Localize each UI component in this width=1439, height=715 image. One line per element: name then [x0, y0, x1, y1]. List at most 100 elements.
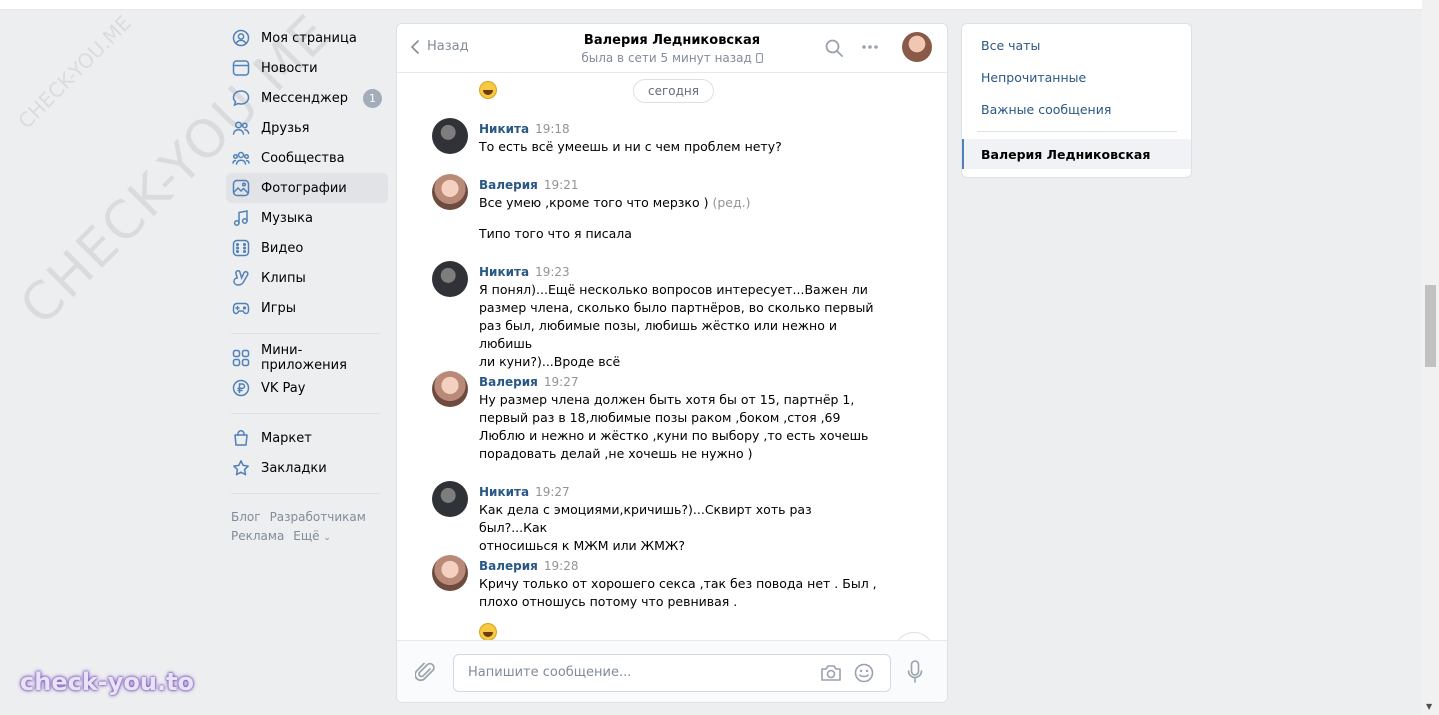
peer-status: была в сети 5 минут назад — [397, 51, 947, 65]
nav-item-label: Моя страница — [261, 30, 357, 46]
user-circle-icon — [232, 29, 250, 47]
message-time[interactable]: 19:23 — [535, 265, 570, 279]
nav-item-message[interactable]: Мессенджер 1 — [226, 83, 388, 113]
left-navigation: Моя страница Новости Мессенджер 1 Друзья Сооб… — [226, 23, 388, 548]
nav-item-market[interactable]: Маркет — [226, 423, 388, 453]
message-text-content: Все умею ,кроме того что мерзко ) — [479, 195, 709, 210]
message-text: Как дела с эмоциями,кричишь?)...Сквирт х… — [479, 502, 812, 553]
nav-item-apps[interactable]: Мини-приложения — [226, 343, 388, 373]
laughing-emoji-icon — [479, 623, 497, 640]
message-time[interactable]: 19:18 — [535, 122, 570, 136]
message-author[interactable]: Валерия — [479, 178, 538, 192]
message-time[interactable]: 19:21 — [544, 178, 579, 192]
nav-item-bookmark[interactable]: Закладки — [226, 453, 388, 483]
nav-item-label: VK Pay — [261, 380, 306, 396]
message-author[interactable]: Валерия — [479, 375, 538, 389]
message-input-box[interactable] — [453, 654, 891, 692]
unread-badge: 1 — [363, 89, 382, 108]
footer-more-label: Ещё — [293, 529, 320, 543]
message-time[interactable]: 19:27 — [544, 375, 579, 389]
watermark-small: CHECK-YOU.ME — [13, 10, 136, 134]
message-history[interactable]: сегодня Никита 19:18 То есть всё умеешь и… — [397, 73, 947, 640]
nav-item-games[interactable]: Игры — [226, 293, 388, 323]
nav-item-label: Новости — [261, 60, 318, 76]
nav-item-photos[interactable]: Фотографии — [226, 173, 388, 203]
filter-unread[interactable]: Непрочитанные — [981, 70, 1086, 85]
camera-icon[interactable] — [820, 663, 842, 683]
page-scrollbar[interactable]: ▼ — [1422, 0, 1439, 715]
mobile-icon — [755, 53, 763, 63]
music-icon — [232, 209, 250, 227]
message-text: Ну размер члена должен быть хотя бы от 1… — [479, 392, 869, 461]
message-input[interactable] — [466, 664, 800, 681]
filter-all-chats[interactable]: Все чаты — [981, 38, 1040, 53]
apps-icon — [232, 349, 250, 367]
nav-divider — [231, 493, 380, 494]
message-text: Кричу только от хорошего секса ,так без … — [479, 576, 877, 609]
vkpay-icon — [232, 379, 250, 397]
message-time[interactable]: 19:27 — [535, 485, 570, 499]
scrollbar-thumb[interactable] — [1425, 285, 1436, 367]
nav-item-label: Мини-приложения — [261, 343, 347, 373]
nav-item-label: Музыка — [261, 210, 313, 226]
sender-avatar[interactable] — [432, 261, 468, 297]
message-author[interactable]: Никита — [479, 122, 529, 136]
nav-item-user-circle[interactable]: Моя страница — [226, 23, 388, 53]
footer-link-devs[interactable]: Разработчикам — [270, 510, 366, 524]
nav-item-vkpay[interactable]: VK Pay — [226, 373, 388, 403]
more-icon[interactable] — [861, 44, 879, 50]
message-text: Типо того что я писала — [479, 226, 632, 241]
top-bar — [0, 0, 1422, 10]
scroll-to-bottom-button[interactable] — [894, 632, 934, 640]
nav-item-label: Друзья — [261, 120, 310, 136]
peer-avatar[interactable] — [902, 32, 932, 62]
nav-item-communities[interactable]: Сообщества — [226, 143, 388, 173]
video-icon — [232, 239, 250, 257]
filter-important[interactable]: Важные сообщения — [981, 102, 1111, 117]
message-icon — [232, 89, 250, 107]
nav-item-label: Закладки — [261, 460, 327, 476]
message-time[interactable]: 19:28 — [544, 559, 579, 573]
message-author[interactable]: Никита — [479, 485, 529, 499]
nav-item-label: Маркет — [261, 430, 312, 446]
message-author[interactable]: Никита — [479, 265, 529, 279]
bookmark-icon — [232, 459, 250, 477]
footer-link-blog[interactable]: Блог — [231, 510, 261, 524]
sender-avatar[interactable] — [432, 555, 468, 591]
communities-icon — [232, 149, 250, 167]
active-chat-name: Валерия Ледниковская — [981, 147, 1151, 162]
message-author[interactable]: Валерия — [479, 559, 538, 573]
edited-label: (ред.) — [712, 195, 751, 210]
sender-avatar[interactable] — [432, 371, 468, 407]
search-icon[interactable] — [825, 39, 843, 57]
message-text: То есть всё умеешь и ни с чем проблем не… — [479, 139, 782, 154]
sender-avatar[interactable] — [432, 174, 468, 210]
nav-item-label: Видео — [261, 240, 304, 256]
sender-avatar[interactable] — [432, 118, 468, 154]
scroll-down-arrow-icon[interactable]: ▼ — [1426, 702, 1432, 711]
news-icon — [232, 59, 250, 77]
market-icon — [232, 429, 250, 447]
photos-icon — [232, 179, 250, 197]
nav-item-news[interactable]: Новости — [226, 53, 388, 83]
active-chat-item[interactable]: Валерия Ледниковская — [962, 139, 1191, 169]
nav-footer: Блог Разработчикам Реклама Ещё ⌄ — [226, 508, 388, 548]
nav-item-music[interactable]: Музыка — [226, 203, 388, 233]
paperclip-icon[interactable] — [415, 661, 435, 683]
nav-item-label: Фотографии — [261, 180, 347, 196]
chats-filter-panel: Все чаты Непрочитанные Важные сообщения … — [961, 23, 1192, 178]
chat-panel: Назад Валерия Ледниковская была в сети 5… — [396, 23, 948, 703]
games-icon — [232, 299, 250, 317]
emoji-icon[interactable] — [854, 663, 874, 683]
sender-avatar[interactable] — [432, 481, 468, 517]
peer-status-text: была в сети 5 минут назад — [581, 51, 752, 65]
nav-item-video[interactable]: Видео — [226, 233, 388, 263]
footer-link-ads[interactable]: Реклама — [231, 529, 284, 543]
nav-item-label: Игры — [261, 300, 297, 316]
microphone-icon[interactable] — [907, 660, 923, 684]
nav-item-friends[interactable]: Друзья — [226, 113, 388, 143]
footer-link-more[interactable]: Ещё ⌄ — [293, 529, 331, 543]
watermark-brand: check-you.to — [20, 668, 195, 696]
nav-item-clips[interactable]: Клипы — [226, 263, 388, 293]
nav-divider — [231, 333, 380, 334]
